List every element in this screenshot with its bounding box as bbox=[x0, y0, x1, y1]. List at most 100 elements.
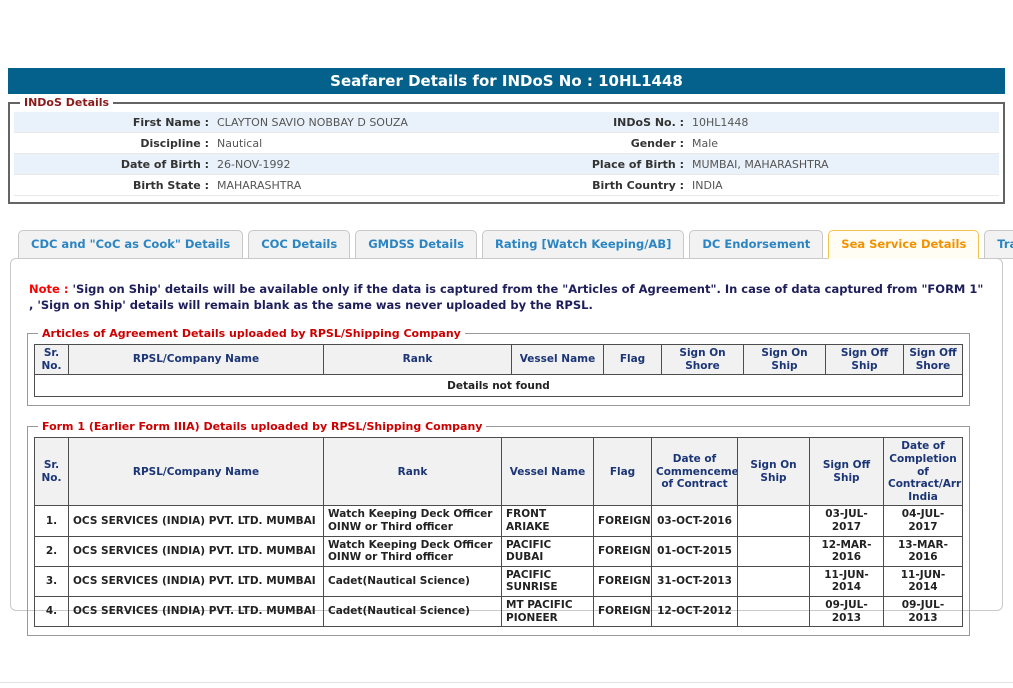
col-rank: Rank bbox=[323, 344, 512, 376]
col-date-completion: Date of Completion of Contract/Arriving … bbox=[883, 437, 963, 507]
tab-sea-service-details[interactable]: Sea Service Details bbox=[828, 230, 980, 259]
form1-fieldset: Form 1 (Earlier Form IIIA) Details uploa… bbox=[27, 420, 970, 637]
form1-table: Sr. No. RPSL/Company Name Rank Vessel Na… bbox=[34, 437, 963, 628]
page-title: Seafarer Details for INDoS No : 10HL1448 bbox=[8, 68, 1005, 94]
cell-company: OCS SERVICES (INDIA) PVT. LTD. MUMBAI bbox=[68, 565, 324, 597]
table-header-row: Sr. No. RPSL/Company Name Rank Vessel Na… bbox=[34, 344, 963, 376]
cell-flag: FOREIGN bbox=[593, 565, 652, 597]
col-sr-no: Sr. No. bbox=[34, 344, 69, 376]
note-body: 'Sign on Ship' details will be available… bbox=[29, 282, 984, 313]
tab-gmdss-details[interactable]: GMDSS Details bbox=[355, 230, 478, 259]
discipline-label: Discipline : bbox=[140, 136, 209, 150]
note-text: Note : 'Sign on Ship' details will be av… bbox=[29, 281, 984, 313]
articles-of-agreement-fieldset: Articles of Agreement Details uploaded b… bbox=[27, 327, 970, 407]
cell-date-compl: 13-MAR-2016 bbox=[883, 535, 963, 567]
cell-date-comm: 31-OCT-2013 bbox=[651, 565, 738, 597]
cell-rank: Cadet(Nautical Science) bbox=[323, 595, 502, 628]
discipline-value: Nautical bbox=[217, 136, 263, 150]
cell-sign-on-ship bbox=[737, 595, 810, 628]
table-row: 3. OCS SERVICES (INDIA) PVT. LTD. MUMBAI… bbox=[34, 565, 963, 597]
gender-label: Gender : bbox=[630, 136, 684, 150]
articles-of-agreement-legend: Articles of Agreement Details uploaded b… bbox=[42, 327, 461, 341]
birth-state-value: MAHARASHTRA bbox=[217, 178, 302, 192]
table-header-row: Sr. No. RPSL/Company Name Rank Vessel Na… bbox=[34, 437, 963, 507]
col-vessel-name: Vessel Name bbox=[501, 437, 594, 507]
tab-cdc-coc-cook[interactable]: CDC and "CoC as Cook" Details bbox=[18, 230, 244, 259]
cell-flag: FOREIGN bbox=[593, 595, 652, 628]
cell-company: OCS SERVICES (INDIA) PVT. LTD. MUMBAI bbox=[68, 595, 324, 628]
first-name-value: CLAYTON SAVIO NOBBAY D SOUZA bbox=[217, 115, 408, 129]
cell-date-compl: 11-JUN-2014 bbox=[883, 565, 963, 597]
note-prefix: Note : bbox=[29, 282, 69, 296]
col-date-commencement: Date of Commencement of Contract bbox=[651, 437, 738, 507]
col-sign-on-ship: Sign On Ship bbox=[737, 437, 810, 507]
indos-row-discipline: Discipline : Nautical Gender : Male bbox=[14, 133, 999, 154]
cell-sign-off-ship: 03-JUL-2017 bbox=[809, 505, 884, 537]
indos-details-fieldset: INDoS Details First Name : CLAYTON SAVIO… bbox=[8, 96, 1005, 204]
col-flag: Flag bbox=[603, 344, 662, 376]
col-sign-off-ship: Sign Off Ship bbox=[809, 437, 884, 507]
cell-company: OCS SERVICES (INDIA) PVT. LTD. MUMBAI bbox=[68, 505, 324, 537]
cell-date-comm: 03-OCT-2016 bbox=[651, 505, 738, 537]
col-company-name: RPSL/Company Name bbox=[68, 344, 324, 376]
indos-no-value: 10HL1448 bbox=[692, 115, 749, 129]
pob-label: Place of Birth : bbox=[591, 157, 684, 171]
dob-value: 26-NOV-1992 bbox=[217, 157, 291, 171]
col-sign-on-shore: Sign On Shore bbox=[661, 344, 744, 376]
cell-rank: Watch Keeping Deck Officer OINW or Third… bbox=[323, 505, 502, 537]
tab-training-details[interactable]: Training Details bbox=[984, 230, 1013, 259]
cell-sign-on-ship bbox=[737, 505, 810, 537]
birth-country-value: INDIA bbox=[692, 178, 723, 192]
table-row: Details not found bbox=[34, 374, 963, 398]
cell-flag: FOREIGN bbox=[593, 505, 652, 537]
form1-legend: Form 1 (Earlier Form IIIA) Details uploa… bbox=[42, 420, 483, 434]
cell-flag: FOREIGN bbox=[593, 535, 652, 567]
cell-sr-no: 2. bbox=[34, 535, 69, 567]
cell-date-compl: 09-JUL-2013 bbox=[883, 595, 963, 628]
first-name-label: First Name : bbox=[132, 115, 209, 129]
cell-sr-no: 3. bbox=[34, 565, 69, 597]
cell-sign-on-ship bbox=[737, 565, 810, 597]
cell-sign-off-ship: 09-JUL-2013 bbox=[809, 595, 884, 628]
table-row: 1. OCS SERVICES (INDIA) PVT. LTD. MUMBAI… bbox=[34, 505, 963, 537]
cell-vessel: PACIFIC SUNRISE bbox=[501, 565, 594, 597]
col-flag: Flag bbox=[593, 437, 652, 507]
birth-state-label: Birth State : bbox=[132, 178, 209, 192]
cell-company: OCS SERVICES (INDIA) PVT. LTD. MUMBAI bbox=[68, 535, 324, 567]
cell-vessel: MT PACIFIC PIONEER bbox=[501, 595, 594, 628]
page-bottom-divider bbox=[0, 682, 1013, 683]
gender-value: Male bbox=[692, 136, 719, 150]
col-sign-on-ship: Sign On Ship bbox=[743, 344, 826, 376]
col-sr-no: Sr. No. bbox=[34, 437, 69, 507]
table-row: 4. OCS SERVICES (INDIA) PVT. LTD. MUMBAI… bbox=[34, 595, 963, 628]
tab-rating-watchkeeping[interactable]: Rating [Watch Keeping/AB] bbox=[482, 230, 685, 259]
cell-sign-off-ship: 12-MAR-2016 bbox=[809, 535, 884, 567]
articles-of-agreement-table: Sr. No. RPSL/Company Name Rank Vessel Na… bbox=[34, 344, 963, 398]
cell-vessel: FRONT ARIAKE bbox=[501, 505, 594, 537]
dob-label: Date of Birth : bbox=[120, 157, 209, 171]
cell-vessel: PACIFIC DUBAI bbox=[501, 535, 594, 567]
cell-sr-no: 4. bbox=[34, 595, 69, 628]
cell-sign-off-ship: 11-JUN-2014 bbox=[809, 565, 884, 597]
cell-sign-on-ship bbox=[737, 535, 810, 567]
birth-country-label: Birth Country : bbox=[592, 178, 684, 192]
sea-service-panel: Note : 'Sign on Ship' details will be av… bbox=[10, 258, 1003, 637]
cell-date-comm: 01-OCT-2015 bbox=[651, 535, 738, 567]
indos-row-state: Birth State : MAHARASHTRA Birth Country … bbox=[14, 175, 999, 196]
cell-rank: Cadet(Nautical Science) bbox=[323, 565, 502, 597]
table-row: 2. OCS SERVICES (INDIA) PVT. LTD. MUMBAI… bbox=[34, 535, 963, 567]
col-vessel-name: Vessel Name bbox=[511, 344, 604, 376]
tab-coc-details[interactable]: COC Details bbox=[248, 230, 351, 259]
indos-no-label: INDoS No. : bbox=[613, 115, 684, 129]
cell-sr-no: 1. bbox=[34, 505, 69, 537]
col-company-name: RPSL/Company Name bbox=[68, 437, 324, 507]
tab-bar: CDC and "CoC as Cook" Details COC Detail… bbox=[10, 230, 1013, 259]
pob-value: MUMBAI, MAHARASHTRA bbox=[692, 157, 829, 171]
cell-date-compl: 04-JUL-2017 bbox=[883, 505, 963, 537]
details-not-found-message: Details not found bbox=[34, 374, 963, 398]
col-sign-off-shore: Sign Off Shore bbox=[903, 344, 963, 376]
indos-details-legend: INDoS Details bbox=[24, 96, 110, 109]
indos-row-name: First Name : CLAYTON SAVIO NOBBAY D SOUZ… bbox=[14, 112, 999, 133]
col-rank: Rank bbox=[323, 437, 502, 507]
tab-dc-endorsement[interactable]: DC Endorsement bbox=[689, 230, 824, 259]
